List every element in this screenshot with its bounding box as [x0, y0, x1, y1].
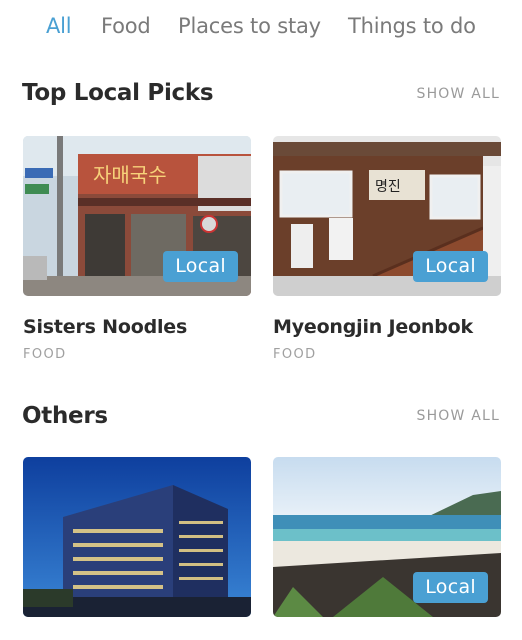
- local-badge: Local: [163, 251, 238, 282]
- svg-text:명진: 명진: [375, 179, 401, 195]
- place-category: FOOD: [273, 347, 317, 362]
- place-card-sisters-noodles[interactable]: 자매국수 Local Sisters Noodles FOOD: [23, 136, 251, 362]
- tab-all[interactable]: All: [46, 14, 72, 38]
- place-photo: [23, 457, 251, 617]
- place-photo: 명진 Local: [273, 136, 501, 296]
- tab-things-to-do[interactable]: Things to do: [348, 14, 476, 38]
- tab-places-to-stay[interactable]: Places to stay: [178, 14, 321, 38]
- show-all-top-picks-button[interactable]: SHOW ALL: [416, 86, 500, 102]
- svg-text:자매국수: 자매국수: [93, 163, 167, 187]
- place-card-hotel[interactable]: [23, 457, 251, 617]
- local-badge: Local: [413, 251, 488, 282]
- tab-food[interactable]: Food: [101, 14, 151, 38]
- local-badge: Local: [413, 572, 488, 603]
- place-photo: 자매국수 Local: [23, 136, 251, 296]
- show-all-others-button[interactable]: SHOW ALL: [416, 408, 500, 424]
- section-title-top-picks: Top Local Picks: [22, 80, 214, 106]
- place-card-beach[interactable]: Local: [273, 457, 501, 617]
- place-photo: Local: [273, 457, 501, 617]
- place-name: Sisters Noodles: [23, 316, 188, 338]
- place-name: Myeongjin Jeonbok: [273, 316, 473, 338]
- category-tabs: All Food Places to stay Things to do: [0, 14, 522, 48]
- place-card-myeongjin-jeonbok[interactable]: 명진 Local Myeongjin Jeonbok FOOD: [273, 136, 501, 362]
- section-title-others: Others: [22, 403, 108, 429]
- place-category: FOOD: [23, 347, 67, 362]
